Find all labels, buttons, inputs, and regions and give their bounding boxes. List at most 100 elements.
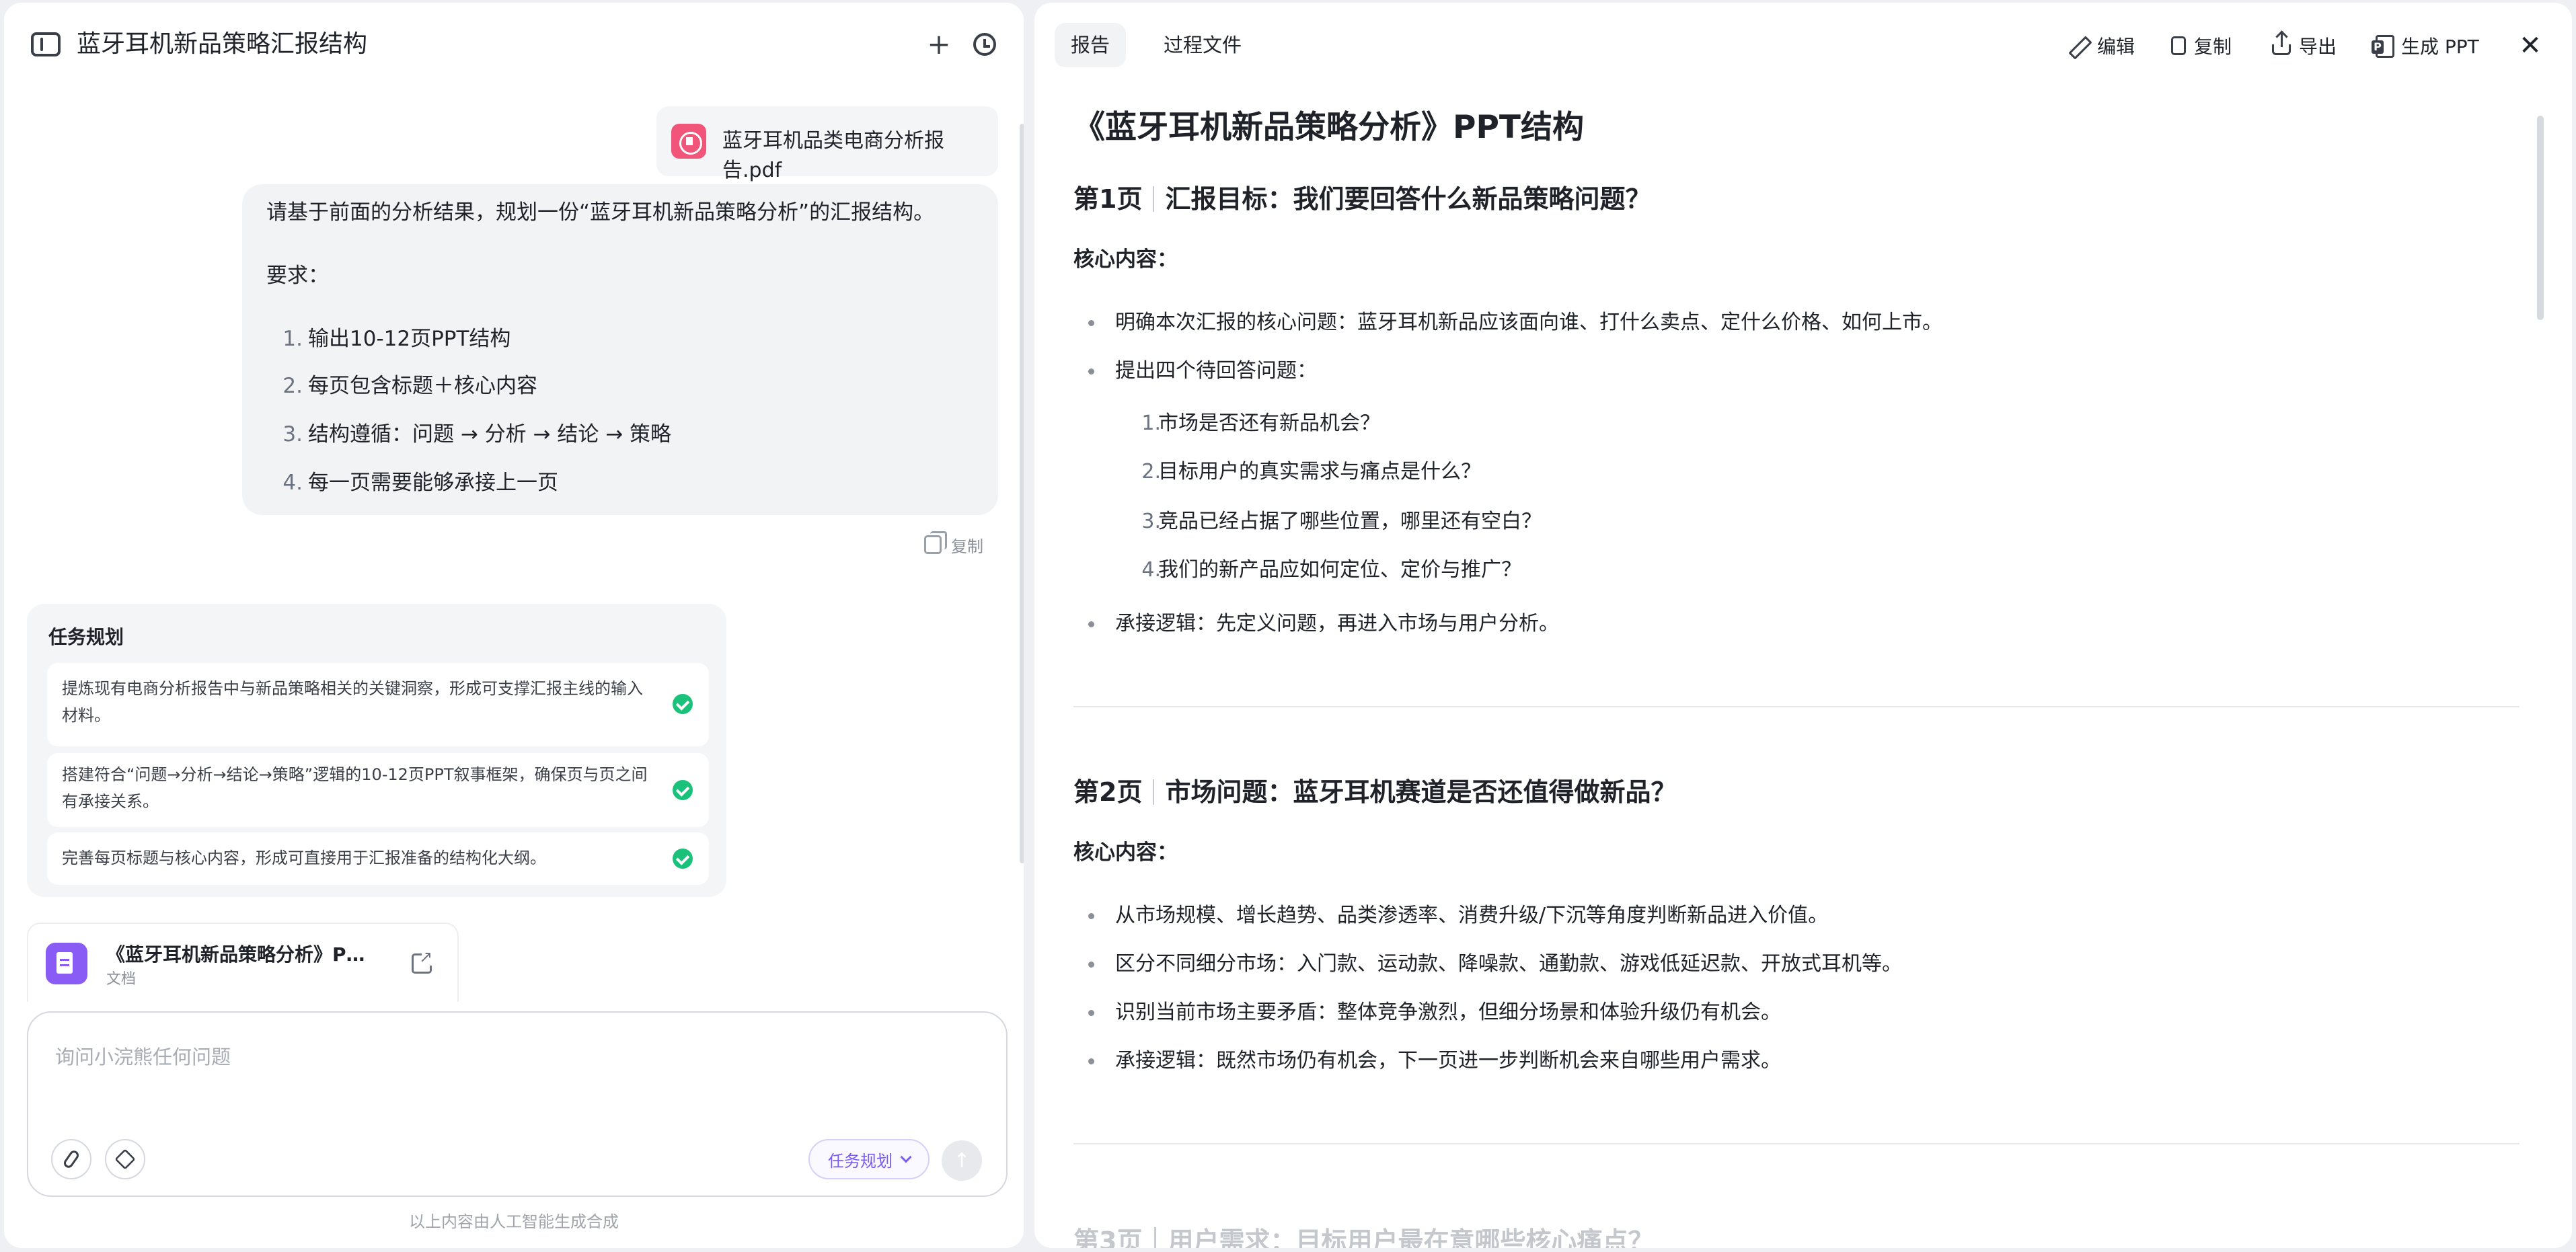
user-message-intro: 请基于前面的分析结果，规划一份“蓝牙耳机新品策略分析”的汇报结构。 — [266, 200, 935, 225]
requirement-number: 2. — [282, 374, 303, 398]
task-plan-card: 任务规划 提炼现有电商分析报告中与新品策略相关的关键洞察，形成可支撑汇报主线的输… — [27, 604, 726, 897]
tab-process-files[interactable]: 过程文件 — [1147, 23, 1258, 67]
document-title: 《蓝牙耳机新品策略分析》PPT结构 — [106, 943, 375, 966]
task-plan-title: 任务规划 — [48, 626, 124, 648]
report-title: 《蓝牙耳机新品策略分析》PPT结构 — [1073, 109, 1584, 146]
pdf-file-icon — [671, 124, 706, 159]
task-item: 搭建符合“问题→分析→结论→策略”逻辑的10-12页PPT叙事框架，确保页与页之… — [47, 753, 709, 827]
open-external-icon[interactable] — [412, 949, 434, 974]
heading-separator — [1153, 186, 1155, 212]
chat-scrollbar[interactable] — [1020, 124, 1024, 863]
task-item: 提炼现有电商分析报告中与新品策略相关的关键洞察，形成可支撑汇报主线的输入材料。 — [47, 663, 709, 746]
new-chat-button[interactable]: + — [924, 30, 954, 59]
ordered-item-number: 2. — [1141, 460, 1161, 483]
check-circle-icon — [673, 780, 693, 800]
ordered-item-number: 3. — [1141, 510, 1161, 533]
chat-panel: 蓝牙耳机新品策略汇报结构 + 蓝牙耳机品类电商分析报告.pdf 请基于前面的分析… — [4, 3, 1024, 1248]
next-section-preview: 第3页｜用户需求：目标用户最在意哪些核心痛点？ — [1073, 1213, 2520, 1248]
task-item-text: 提炼现有电商分析报告中与新品策略相关的关键洞察，形成可支撑汇报主线的输入材料。 — [62, 679, 643, 725]
task-mode-selector[interactable]: 任务规划 — [808, 1139, 930, 1179]
export-button[interactable]: 导出 — [2272, 30, 2337, 62]
document-icon — [46, 943, 87, 984]
generate-ppt-label: 生成 PPT — [2401, 36, 2479, 58]
document-type: 文档 — [106, 971, 137, 988]
ordered-item: 我们的新产品应如何定位、定价与推广？ — [1158, 558, 1521, 582]
ordered-item-number: 1. — [1141, 412, 1161, 435]
section-divider — [1073, 706, 2520, 707]
generate-ppt-button[interactable]: 生成 PPT — [2372, 30, 2479, 62]
check-circle-icon — [673, 694, 693, 714]
ordered-item: 市场是否还有新品机会？ — [1158, 412, 1380, 435]
paperclip-icon — [62, 1148, 81, 1170]
app-window: 蓝牙耳机新品策略汇报结构 + 蓝牙耳机品类电商分析报告.pdf 请基于前面的分析… — [0, 0, 2576, 1252]
ai-disclaimer: 以上内容由人工智能生成合成 — [409, 1212, 619, 1231]
export-label: 导出 — [2299, 36, 2337, 58]
chat-messages[interactable]: 蓝牙耳机品类电商分析报告.pdf 请基于前面的分析结果，规划一份“蓝牙耳机新品策… — [4, 85, 1013, 1002]
sidebar-toggle-icon[interactable] — [31, 32, 61, 56]
message-input[interactable] — [55, 1037, 970, 1077]
task-mode-label: 任务规划 — [828, 1151, 893, 1171]
section-divider — [1073, 1143, 2520, 1144]
cube-icon — [114, 1148, 136, 1170]
attachment-file-name: 蓝牙耳机品类电商分析报告.pdf — [722, 129, 944, 182]
tab-report[interactable]: 报告 — [1055, 23, 1127, 67]
copy-label: 复制 — [951, 537, 983, 556]
clock-icon — [973, 33, 996, 56]
requirement-item: 输出10-12页PPT结构 — [308, 327, 511, 351]
task-item: 完善每页标题与核心内容，形成可直接用于汇报准备的结构化大纲。 — [47, 832, 709, 885]
pencil-icon — [2069, 36, 2089, 56]
section-heading-text: 汇报目标：我们要回答什么新品策略问题？ — [1165, 184, 1651, 214]
close-icon: ✕ — [2519, 30, 2542, 61]
section-heading: 第2页 市场问题：蓝牙耳机赛道是否还值得做新品？ — [1073, 773, 1676, 811]
requirement-item: 每页包含标题＋核心内容 — [308, 374, 537, 398]
bullet-item: 承接逻辑：先定义问题，再进入市场与用户分析。 — [1088, 609, 1559, 639]
history-button[interactable] — [970, 30, 999, 59]
core-content-label: 核心内容： — [1073, 247, 1178, 272]
conversation-title: 蓝牙耳机新品策略汇报结构 — [77, 30, 368, 58]
attach-file-button[interactable] — [51, 1139, 91, 1179]
arrow-up-icon: ↑ — [953, 1148, 971, 1173]
section-page-number: 第1页 — [1073, 184, 1143, 214]
copy-icon — [2171, 36, 2186, 55]
task-item-text: 完善每页标题与核心内容，形成可直接用于汇报准备的结构化大纲。 — [62, 849, 546, 867]
bullet-item: 识别当前市场主要矛盾：整体竞争激烈，但细分场景和体验升级仍有机会。 — [1088, 998, 1781, 1027]
close-panel-button[interactable]: ✕ — [2514, 30, 2546, 62]
chevron-down-icon — [900, 1151, 912, 1163]
copy-icon — [924, 531, 947, 554]
heading-separator — [1153, 779, 1155, 805]
edit-label: 编辑 — [2097, 36, 2135, 58]
section-heading: 第1页 汇报目标：我们要回答什么新品策略问题？ — [1073, 180, 1651, 218]
requirement-number: 4. — [282, 471, 303, 495]
ordered-item: 竞品已经占据了哪些位置，哪里还有空白？ — [1158, 510, 1542, 533]
export-icon — [2272, 32, 2291, 55]
requirement-item: 结构遵循：问题 → 分析 → 结论 → 策略 — [308, 422, 672, 446]
bullet-item: 区分不同细分市场：入门款、运动款、降噪款、通勤款、游戏低延迟款、开放式耳机等。 — [1088, 949, 1902, 979]
send-button[interactable]: ↑ — [942, 1140, 982, 1181]
bullet-item: 提出四个待回答问题： — [1088, 356, 1317, 386]
tools-button[interactable] — [105, 1139, 145, 1179]
section-heading-text: 市场问题：蓝牙耳机赛道是否还值得做新品？ — [1165, 777, 1677, 807]
requirements-label: 要求： — [266, 264, 329, 288]
requirement-number: 1. — [282, 327, 303, 351]
attachment-chip[interactable]: 蓝牙耳机品类电商分析报告.pdf — [656, 106, 998, 182]
requirement-item: 每一页需要能够承接上一页 — [308, 471, 558, 495]
chat-header: 蓝牙耳机新品策略汇报结构 + — [4, 3, 1024, 85]
core-content-label: 核心内容： — [1073, 840, 1178, 865]
ordered-item-number: 4. — [1141, 558, 1161, 582]
ordered-item: 目标用户的真实需求与痛点是什么？ — [1158, 460, 1481, 483]
bullet-item: 明确本次汇报的核心问题：蓝牙耳机新品应该面向谁、打什么卖点、定什么价格、如何上市… — [1088, 308, 1942, 338]
document-card[interactable]: 《蓝牙耳机新品策略分析》PPT结构 文档 — [27, 923, 459, 1002]
report-scrollbar[interactable] — [2537, 116, 2544, 320]
check-circle-icon — [673, 849, 693, 869]
section-page-number: 第2页 — [1073, 777, 1143, 807]
user-message-bubble: 请基于前面的分析结果，规划一份“蓝牙耳机新品策略分析”的汇报结构。 要求： 1.… — [242, 184, 998, 515]
copy-message-button[interactable]: 复制 — [924, 531, 983, 558]
copy-report-label: 复制 — [2194, 36, 2232, 58]
requirement-number: 3. — [282, 422, 303, 446]
bullet-item: 从市场规模、增长趋势、品类渗透率、消费升级/下沉等角度判断新品进入价值。 — [1088, 901, 1828, 931]
composer: 任务规划 ↑ — [27, 1011, 1008, 1197]
plus-icon: + — [927, 28, 951, 61]
edit-button[interactable]: 编辑 — [2069, 30, 2135, 62]
copy-report-button[interactable]: 复制 — [2171, 30, 2232, 62]
ppt-icon — [2372, 35, 2394, 58]
